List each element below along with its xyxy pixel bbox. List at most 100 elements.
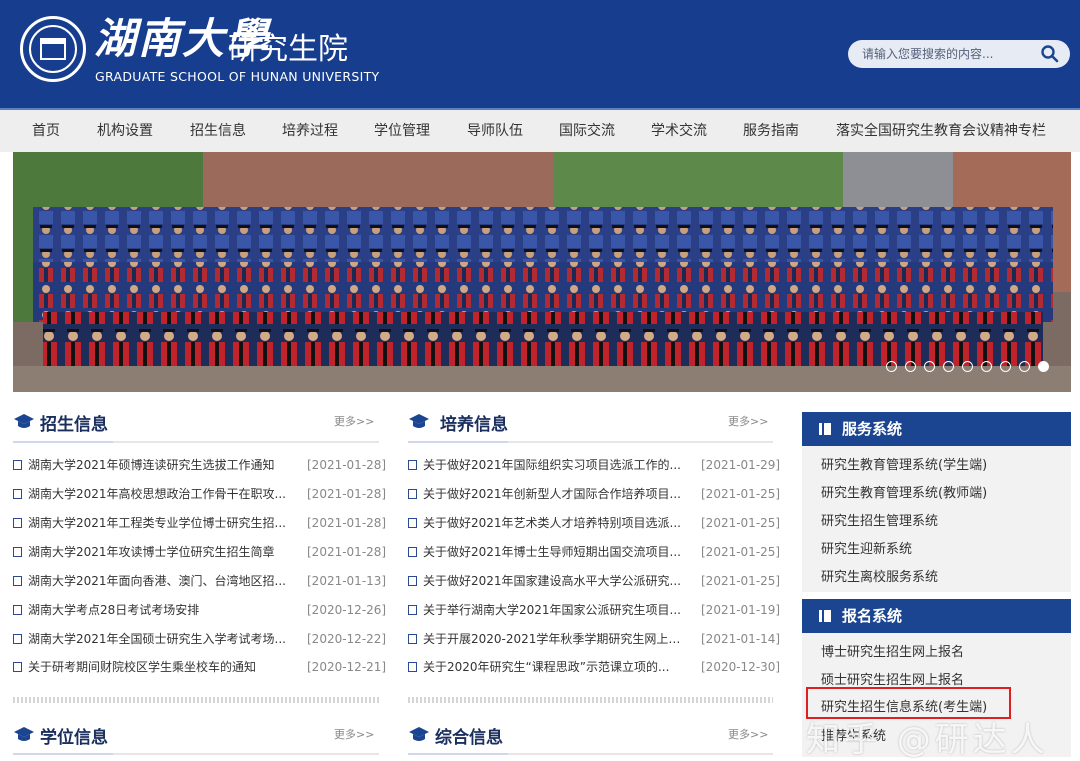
watermark-text: 知乎 @研达人 xyxy=(806,720,1049,760)
list-item-date: [2021-01-19] xyxy=(701,603,781,617)
document-icon xyxy=(408,488,417,499)
list-item-title[interactable]: 关于做好2021年艺术类人才培养特别项目选派... xyxy=(423,509,683,538)
document-icon xyxy=(408,459,417,470)
nav-item-organization[interactable]: 机构设置 xyxy=(97,110,153,152)
list-item[interactable]: 关于做好2021年创新型人才国际合作培养项目... [2021-01-25] xyxy=(408,480,780,509)
nav-item-special-column[interactable]: 落实全国研究生教育会议精神专栏 xyxy=(836,110,1046,152)
carousel-dot-active[interactable] xyxy=(1038,361,1049,372)
graduation-photo-image xyxy=(13,152,1071,392)
list-item-title[interactable]: 湖南大学2021年工程类专业学位博士研究生招... xyxy=(28,509,288,538)
list-item[interactable]: 关于研考期间财院校区学生乘坐校车的通知 [2020-12-21] xyxy=(13,653,386,682)
carousel-dot[interactable] xyxy=(905,361,916,372)
nav-item-service-guide[interactable]: 服务指南 xyxy=(743,110,799,152)
training-section-title[interactable]: 培养信息 xyxy=(440,410,508,435)
document-icon xyxy=(13,488,22,499)
list-item-title[interactable]: 关于2020年研究生“课程思政”示范课立项的... xyxy=(423,653,683,682)
list-item-title[interactable]: 湖南大学2021年高校思想政治工作骨干在职攻... xyxy=(28,480,288,509)
service-link-admissions-mgmt[interactable]: 研究生招生管理系统 xyxy=(821,510,938,529)
divider xyxy=(13,753,379,755)
list-item-title[interactable]: 湖南大学2021年面向香港、澳门、台湾地区招... xyxy=(28,567,288,596)
list-item-title[interactable]: 湖南大学考点28日考试考场安排 xyxy=(28,596,288,625)
nav-item-training[interactable]: 培养过程 xyxy=(282,110,338,152)
nav-item-international[interactable]: 国际交流 xyxy=(559,110,615,152)
carousel-dot[interactable] xyxy=(886,361,897,372)
list-item[interactable]: 湖南大学2021年高校思想政治工作骨干在职攻... [2021-01-28] xyxy=(13,480,386,509)
list-item-date: [2021-01-25] xyxy=(701,516,781,530)
banner-graduation-photo[interactable] xyxy=(13,152,1071,392)
logo-site-name[interactable]: 研究生院 xyxy=(228,30,348,70)
list-item[interactable]: 湖南大学2021年面向香港、澳门、台湾地区招... [2021-01-13] xyxy=(13,567,386,596)
carousel-dot[interactable] xyxy=(962,361,973,372)
general-section-title[interactable]: 综合信息 xyxy=(435,723,503,748)
document-icon xyxy=(13,459,22,470)
service-link-leaving-system[interactable]: 研究生离校服务系统 xyxy=(821,566,938,585)
carousel-dot[interactable] xyxy=(1000,361,1011,372)
general-more-link[interactable]: 更多>> xyxy=(728,726,768,742)
list-item-date: [2021-01-13] xyxy=(307,574,387,588)
graduation-cap-icon xyxy=(14,414,34,428)
list-item-date: [2020-12-21] xyxy=(307,660,387,674)
list-item[interactable]: 关于做好2021年艺术类人才培养特别项目选派... [2021-01-25] xyxy=(408,509,780,538)
list-item-title[interactable]: 关于举行湖南大学2021年国家公派研究生项目... xyxy=(423,596,683,625)
carousel-dot[interactable] xyxy=(943,361,954,372)
list-item-title[interactable]: 关于开展2020-2021学年秋季学期研究生网上评... xyxy=(423,625,683,654)
search-box xyxy=(848,40,1070,68)
list-item-title[interactable]: 关于研考期间财院校区学生乘坐校车的通知 xyxy=(28,653,288,682)
list-item[interactable]: 关于2020年研究生“课程思政”示范课立项的... [2020-12-30] xyxy=(408,653,780,682)
document-icon xyxy=(13,661,22,672)
carousel-dot[interactable] xyxy=(981,361,992,372)
nav-item-admissions[interactable]: 招生信息 xyxy=(190,110,246,152)
list-item-date: [2021-01-29] xyxy=(701,458,781,472)
document-icon xyxy=(13,575,22,586)
list-item[interactable]: 关于举行湖南大学2021年国家公派研究生项目... [2021-01-19] xyxy=(408,596,780,625)
list-item[interactable]: 关于开展2020-2021学年秋季学期研究生网上评... [2021-01-14] xyxy=(408,625,780,654)
list-item[interactable]: 湖南大学2021年全国硕士研究生入学考试考场... [2020-12-22] xyxy=(13,625,386,654)
carousel-dot[interactable] xyxy=(1019,361,1030,372)
document-icon xyxy=(13,517,22,528)
service-link-student-mgmt[interactable]: 研究生教育管理系统(学生端) xyxy=(821,454,987,473)
service-link-welcome-system[interactable]: 研究生迎新系统 xyxy=(821,538,912,557)
list-item[interactable]: 湖南大学2021年工程类专业学位博士研究生招... [2021-01-28] xyxy=(13,509,386,538)
dashed-divider xyxy=(408,697,773,703)
admissions-section-title[interactable]: 招生信息 xyxy=(40,410,108,435)
document-icon xyxy=(408,546,417,557)
document-icon xyxy=(408,575,417,586)
document-icon xyxy=(408,517,417,528)
list-item-date: [2021-01-28] xyxy=(307,516,387,530)
list-item[interactable]: 湖南大学2021年攻读博士学位研究生招生简章 [2021-01-28] xyxy=(13,538,386,567)
search-icon[interactable] xyxy=(1040,44,1060,64)
list-item[interactable]: 湖南大学2021年硕博连读研究生选拔工作通知 [2021-01-28] xyxy=(13,451,386,480)
carousel-dot[interactable] xyxy=(924,361,935,372)
list-item[interactable]: 关于做好2021年国家建设高水平大学公派研究... [2021-01-25] xyxy=(408,567,780,596)
list-item-title[interactable]: 关于做好2021年国家建设高水平大学公派研究... xyxy=(423,567,683,596)
nav-item-home[interactable]: 首页 xyxy=(32,110,60,152)
list-item[interactable]: 湖南大学考点28日考试考场安排 [2020-12-26] xyxy=(13,596,386,625)
university-seal-logo[interactable] xyxy=(20,16,86,82)
list-item-date: [2020-12-30] xyxy=(701,660,781,674)
list-item-title[interactable]: 关于做好2021年博士生导师短期出国交流项目... xyxy=(423,538,683,567)
registration-link-phd[interactable]: 博士研究生招生网上报名 xyxy=(821,641,964,660)
nav-item-supervisors[interactable]: 导师队伍 xyxy=(467,110,523,152)
degree-section-title[interactable]: 学位信息 xyxy=(40,723,108,748)
search-input[interactable] xyxy=(862,44,1032,64)
dashed-divider xyxy=(13,697,379,703)
graduation-cap-icon xyxy=(14,727,34,741)
list-item-title[interactable]: 湖南大学2021年全国硕士研究生入学考试考场... xyxy=(28,625,288,654)
nav-item-academic[interactable]: 学术交流 xyxy=(651,110,707,152)
admissions-more-link[interactable]: 更多>> xyxy=(334,413,374,429)
service-link-teacher-mgmt[interactable]: 研究生教育管理系统(教师端) xyxy=(821,482,987,501)
list-item-title[interactable]: 关于做好2021年国际组织实习项目选派工作的... xyxy=(423,451,683,480)
list-item[interactable]: 关于做好2021年博士生导师短期出国交流项目... [2021-01-25] xyxy=(408,538,780,567)
list-item-date: [2021-01-28] xyxy=(307,545,387,559)
list-item-title[interactable]: 关于做好2021年创新型人才国际合作培养项目... xyxy=(423,480,683,509)
registration-link-master[interactable]: 硕士研究生招生网上报名 xyxy=(821,669,964,688)
list-item-title[interactable]: 湖南大学2021年攻读博士学位研究生招生简章 xyxy=(28,538,288,567)
list-item-date: [2021-01-25] xyxy=(701,545,781,559)
book-icon xyxy=(819,423,831,435)
registration-system-header: 报名系统 xyxy=(802,599,1071,633)
list-item[interactable]: 关于做好2021年国际组织实习项目选派工作的... [2021-01-29] xyxy=(408,451,780,480)
nav-item-degree[interactable]: 学位管理 xyxy=(374,110,430,152)
list-item-title[interactable]: 湖南大学2021年硕博连读研究生选拔工作通知 xyxy=(28,451,288,480)
degree-more-link[interactable]: 更多>> xyxy=(334,726,374,742)
training-more-link[interactable]: 更多>> xyxy=(728,413,768,429)
